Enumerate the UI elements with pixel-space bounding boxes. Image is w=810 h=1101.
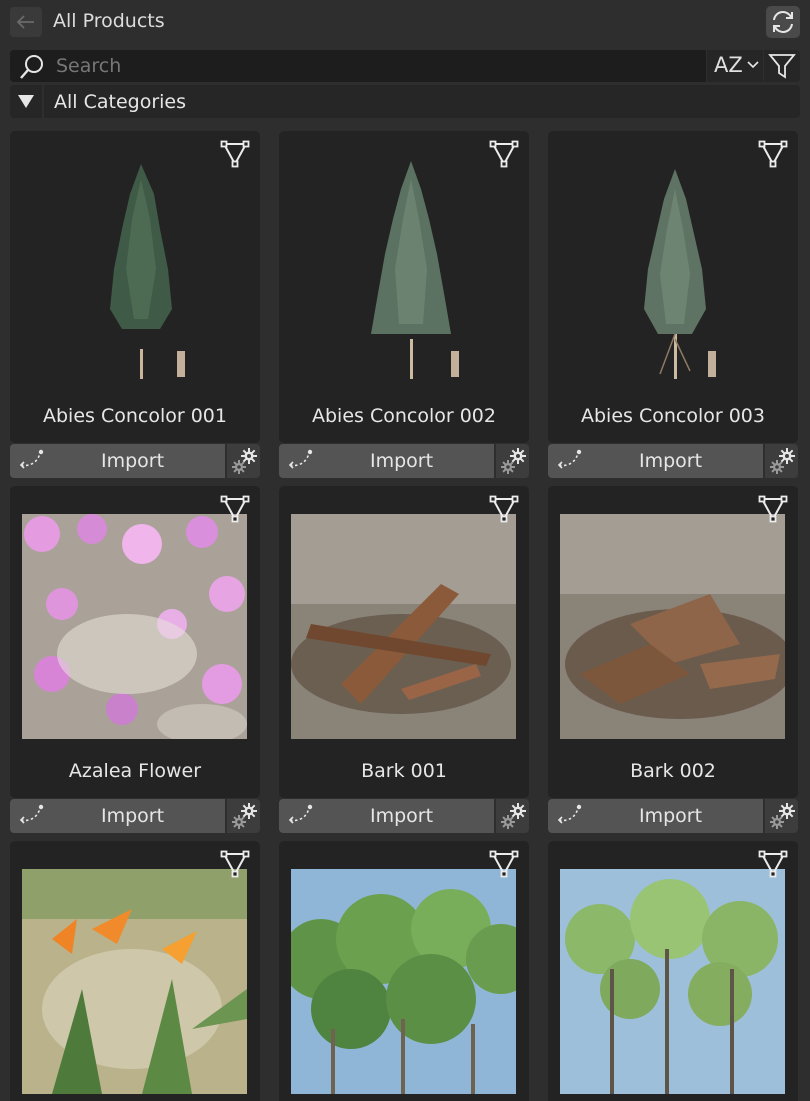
bark-thumbnail — [560, 514, 785, 739]
gears-icon — [767, 801, 797, 831]
import-settings-button[interactable] — [227, 444, 260, 478]
bird-of-paradise-thumbnail — [22, 869, 247, 1094]
product-name: Abies Concolor 001 — [43, 405, 227, 427]
import-settings-button[interactable] — [765, 444, 798, 478]
import-label: Import — [638, 805, 703, 827]
product-card[interactable] — [10, 841, 260, 1101]
product-thumbnail — [291, 869, 516, 1094]
mesh-icon — [758, 494, 788, 524]
category-label: All Categories — [54, 91, 187, 113]
import-label: Import — [638, 450, 703, 472]
search-input[interactable] — [56, 50, 686, 82]
mesh-icon — [489, 139, 519, 169]
product-card[interactable]: Abies Concolor 001 — [10, 131, 260, 443]
tree-thumbnail — [560, 159, 785, 384]
chevron-down-icon — [747, 61, 759, 69]
import-settings-button[interactable] — [227, 799, 260, 833]
forest-thumbnail — [291, 869, 516, 1094]
search-box — [10, 50, 706, 82]
product-name: Bark 001 — [361, 760, 447, 782]
tree-thumbnail — [291, 159, 516, 384]
product-card[interactable]: Bark 001 — [279, 486, 529, 798]
gears-icon — [498, 446, 528, 476]
mesh-icon — [758, 849, 788, 879]
gears-icon — [229, 446, 259, 476]
mesh-icon — [220, 494, 250, 524]
gears-icon — [498, 801, 528, 831]
import-row: Import — [10, 444, 260, 480]
import-row: Import — [548, 444, 798, 480]
forest-thumbnail — [560, 869, 785, 1094]
import-row: Import — [548, 799, 798, 835]
product-thumbnail — [560, 869, 785, 1094]
import-row: Import — [279, 444, 529, 480]
product-name: Abies Concolor 003 — [581, 405, 765, 427]
filter-icon — [768, 54, 796, 79]
product-thumbnail — [22, 869, 247, 1094]
product-name: Abies Concolor 002 — [312, 405, 496, 427]
product-card[interactable]: Abies Concolor 003 — [548, 131, 798, 443]
import-label: Import — [100, 805, 165, 827]
mesh-icon — [758, 139, 788, 169]
triangle-down-icon — [18, 95, 34, 108]
azalea-thumbnail — [22, 514, 247, 739]
product-card[interactable]: Abies Concolor 002 — [279, 131, 529, 443]
import-settings-button[interactable] — [765, 799, 798, 833]
product-thumbnail — [22, 159, 247, 384]
refresh-icon — [773, 11, 793, 33]
import-settings-button[interactable] — [496, 444, 529, 478]
product-thumbnail — [291, 514, 516, 739]
import-label: Import — [369, 450, 434, 472]
import-label: Import — [100, 450, 165, 472]
sort-button[interactable]: AZ — [707, 50, 763, 82]
mesh-icon — [220, 139, 250, 169]
product-thumbnail — [291, 159, 516, 384]
product-name: Bark 002 — [630, 760, 716, 782]
import-label: Import — [369, 805, 434, 827]
gears-icon — [229, 801, 259, 831]
gears-icon — [767, 446, 797, 476]
header: All Products — [0, 0, 810, 44]
product-name: Azalea Flower — [68, 760, 202, 782]
product-thumbnail — [22, 514, 247, 739]
mesh-icon — [220, 849, 250, 879]
mesh-icon — [489, 494, 519, 524]
search-icon — [20, 55, 43, 79]
import-settings-button[interactable] — [496, 799, 529, 833]
product-thumbnail — [560, 514, 785, 739]
product-card[interactable] — [548, 841, 798, 1101]
sort-label: AZ — [714, 53, 743, 77]
product-thumbnail — [560, 159, 785, 384]
arrow-left-icon — [17, 15, 34, 29]
refresh-button[interactable] — [766, 6, 800, 38]
product-card[interactable] — [279, 841, 529, 1101]
import-row: Import — [279, 799, 529, 835]
bark-thumbnail — [291, 514, 516, 739]
product-card[interactable]: Bark 002 — [548, 486, 798, 798]
category-dropdown[interactable]: All Categories — [44, 85, 800, 118]
filter-button[interactable] — [764, 50, 800, 82]
page-title: All Products — [53, 10, 165, 32]
mesh-icon — [489, 849, 519, 879]
product-card[interactable]: Azalea Flower — [10, 486, 260, 798]
category-toggle[interactable] — [10, 85, 42, 118]
back-button[interactable] — [10, 7, 42, 37]
import-row: Import — [10, 799, 260, 835]
tree-thumbnail — [22, 159, 247, 384]
